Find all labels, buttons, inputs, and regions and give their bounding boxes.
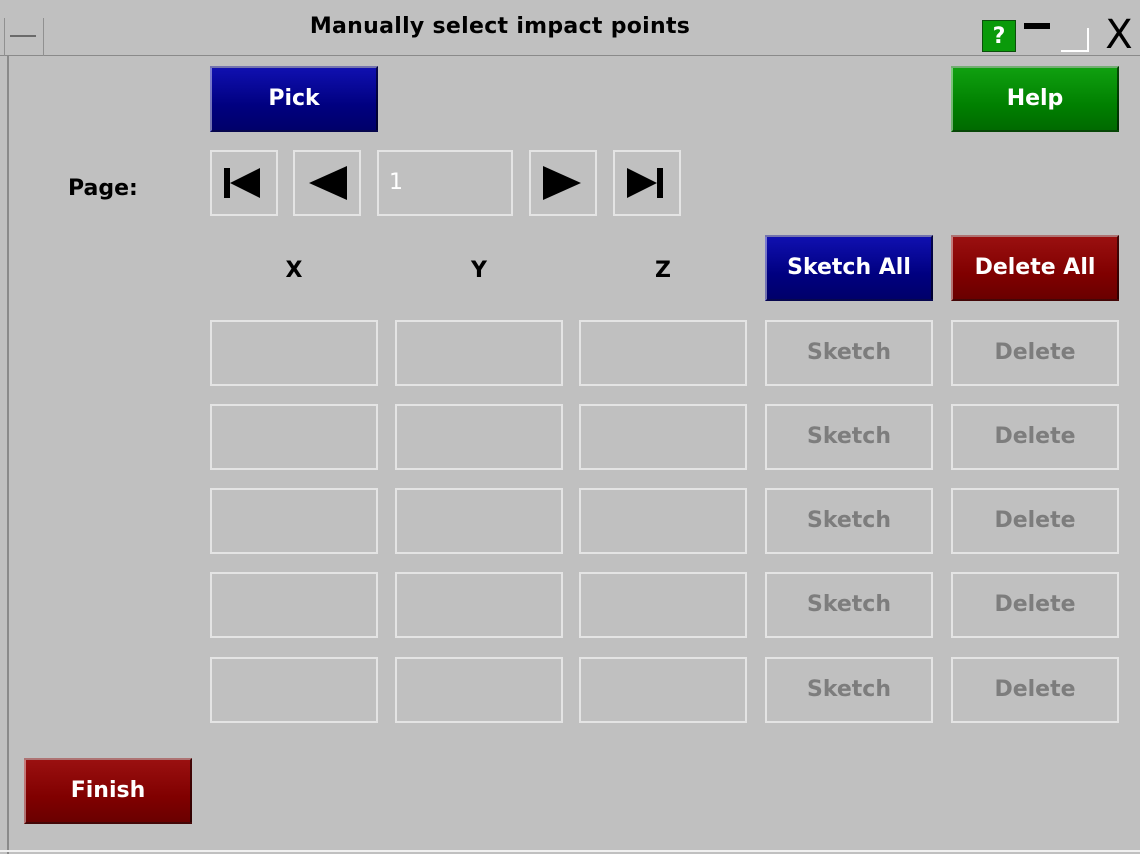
x-field[interactable] [210, 404, 378, 470]
delete-all-button[interactable]: Delete All [951, 235, 1119, 301]
previous-page-button[interactable] [293, 150, 361, 216]
window-frame-bottom [0, 850, 1140, 852]
minimize-icon[interactable] [1020, 20, 1054, 52]
sketch-button[interactable]: Sketch [765, 572, 933, 638]
y-field[interactable] [395, 657, 563, 723]
sketch-button[interactable]: Sketch [765, 320, 933, 386]
pick-button[interactable]: Pick [210, 66, 378, 132]
column-header-x: X [285, 258, 303, 283]
window-frame-left [7, 56, 9, 854]
close-icon[interactable]: X [1098, 15, 1140, 55]
help-button[interactable]: Help [951, 66, 1119, 132]
help-icon[interactable]: ? [982, 20, 1016, 52]
delete-button[interactable]: Delete [951, 404, 1119, 470]
column-header-y: Y [471, 258, 487, 283]
last-page-button[interactable] [613, 150, 681, 216]
x-field[interactable] [210, 320, 378, 386]
window-title: Manually select impact points [309, 14, 691, 39]
maximize-icon[interactable] [1058, 20, 1092, 52]
next-page-icon [543, 166, 581, 200]
previous-page-icon [309, 166, 347, 200]
y-field[interactable] [395, 488, 563, 554]
finish-button[interactable]: Finish [24, 758, 192, 824]
delete-button[interactable]: Delete [951, 488, 1119, 554]
first-page-button[interactable] [210, 150, 278, 216]
last-page-icon [627, 168, 663, 198]
first-page-icon [224, 168, 260, 198]
x-field[interactable] [210, 572, 378, 638]
y-field[interactable] [395, 320, 563, 386]
column-header-z: Z [655, 258, 671, 283]
delete-button[interactable]: Delete [951, 657, 1119, 723]
sketch-button[interactable]: Sketch [765, 404, 933, 470]
sketch-button[interactable]: Sketch [765, 657, 933, 723]
z-field[interactable] [579, 657, 747, 723]
page-label: Page: [68, 176, 138, 201]
sketch-button[interactable]: Sketch [765, 488, 933, 554]
delete-button[interactable]: Delete [951, 320, 1119, 386]
x-field[interactable] [210, 488, 378, 554]
delete-button[interactable]: Delete [951, 572, 1119, 638]
window-menu-icon[interactable] [4, 18, 44, 56]
y-field[interactable] [395, 404, 563, 470]
z-field[interactable] [579, 488, 747, 554]
x-field[interactable] [210, 657, 378, 723]
page-number-field[interactable]: 1 [377, 150, 513, 216]
z-field[interactable] [579, 320, 747, 386]
z-field[interactable] [579, 572, 747, 638]
sketch-all-button[interactable]: Sketch All [765, 235, 933, 301]
z-field[interactable] [579, 404, 747, 470]
y-field[interactable] [395, 572, 563, 638]
next-page-button[interactable] [529, 150, 597, 216]
